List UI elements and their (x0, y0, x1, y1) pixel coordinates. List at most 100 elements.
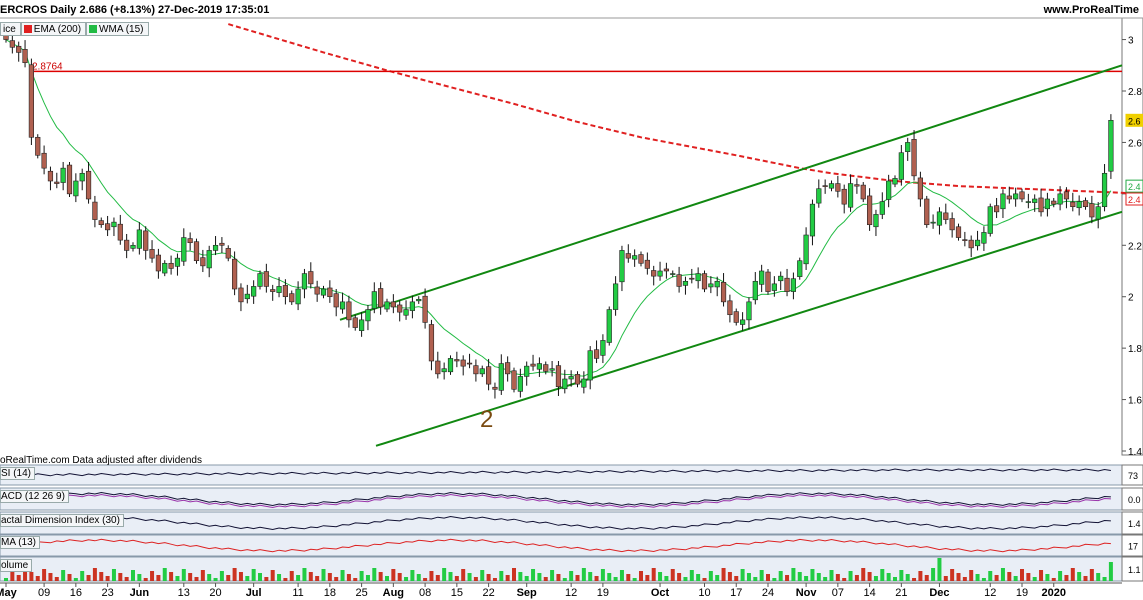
volume-bar (467, 573, 472, 581)
volume-bar (956, 573, 961, 581)
volume-bar (308, 572, 313, 581)
volume-panel-label[interactable]: olume (0, 559, 33, 572)
candle-down (219, 242, 225, 246)
candle-down (333, 293, 339, 308)
legend-price[interactable]: ice (0, 22, 21, 36)
volume-bar (1077, 572, 1082, 581)
candle-up (816, 188, 822, 204)
volume-bar (245, 576, 250, 581)
ma-panel-label[interactable]: MA (13) (0, 536, 41, 549)
candle-down (911, 139, 917, 177)
candle-down (663, 268, 669, 272)
rsi-panel-label[interactable]: SI (14) (0, 467, 36, 480)
y-tick-label: 2 (1128, 293, 1134, 304)
candle-up (79, 172, 85, 182)
candle-down (168, 262, 174, 269)
volume-bar (499, 571, 504, 581)
candle-up (803, 234, 809, 265)
candle-up (130, 244, 136, 249)
candle-down (232, 258, 238, 290)
candle-down (454, 359, 460, 362)
volume-bar (505, 575, 510, 581)
x-tick-label: 21 (895, 587, 907, 599)
candle-down (66, 164, 73, 195)
volume-bar (105, 576, 110, 581)
candle-down (733, 311, 739, 323)
candle-up (619, 250, 625, 283)
candle-up (181, 237, 187, 262)
volume-bar (550, 570, 555, 581)
candle-down (866, 195, 873, 226)
candle-down (466, 362, 473, 365)
volume-bar (150, 571, 155, 581)
price-marker-label: 2.4 (1128, 182, 1141, 192)
candle-down (270, 289, 276, 292)
candle-up (873, 214, 879, 228)
volume-bar (937, 558, 942, 581)
candle-up (206, 250, 212, 269)
volume-bar (531, 569, 536, 581)
fdi-panel-label[interactable]: actal Dimension Index (30) (0, 514, 124, 527)
volume-bar (1020, 569, 1024, 581)
x-tick-label: 14 (863, 587, 875, 599)
volume-bar (385, 576, 389, 581)
legend-ema[interactable]: EMA (200) (20, 22, 87, 36)
volume-bar (575, 575, 580, 581)
legend-wma[interactable]: WMA (15) (86, 22, 149, 36)
candle-down (505, 362, 511, 375)
x-tick-label: 22 (482, 587, 494, 599)
x-tick-label: 15 (451, 587, 463, 599)
candle-down (124, 239, 130, 251)
volume-bar (442, 568, 447, 581)
candle-up (581, 378, 587, 388)
volume-bar (1000, 568, 1005, 581)
candle-up (778, 275, 784, 282)
ma-panel (0, 534, 1123, 557)
volume-bar (80, 571, 85, 581)
volume-bar (365, 575, 370, 581)
volume-bar (391, 569, 396, 581)
candle-up (1108, 120, 1114, 172)
macd-panel-label[interactable]: ACD (12 26 9) (0, 490, 69, 503)
legend-ema-swatch (23, 25, 32, 33)
volume-bar (969, 570, 974, 581)
candle-down (225, 248, 231, 259)
volume-bar (562, 578, 567, 581)
candle-down (1038, 197, 1044, 213)
volume-bar (372, 568, 377, 581)
candle-up (632, 255, 638, 260)
y-tick-label: 3 (1128, 36, 1134, 47)
candle-down (105, 223, 111, 231)
volume-bar (353, 578, 358, 581)
candle-up (886, 180, 892, 200)
volume-bar (397, 573, 402, 581)
volume-bar (340, 570, 345, 581)
candle-down (949, 218, 955, 231)
volume-bar (1007, 572, 1012, 581)
volume-bar (613, 577, 618, 581)
candle-down (28, 64, 35, 138)
volume-bar (315, 576, 320, 581)
candle-down (962, 239, 968, 241)
volume-bar (1064, 575, 1069, 581)
candle-up (746, 301, 752, 321)
volume-bar (696, 574, 701, 581)
volume-bar (416, 574, 421, 581)
candle-down (955, 226, 962, 238)
volume-bar (137, 574, 142, 581)
volume-bar (873, 576, 878, 581)
candle-up (358, 319, 365, 331)
volume-bar (1051, 578, 1056, 581)
volume-bar (835, 574, 840, 581)
candle-up (847, 183, 854, 208)
candle-up (708, 283, 714, 288)
volume-bar (537, 573, 542, 581)
candle-down (993, 205, 1000, 213)
candle-down (701, 273, 708, 290)
candle-down (492, 386, 498, 390)
x-tick-label: 19 (1016, 587, 1028, 599)
candle-down (187, 238, 193, 244)
candle-up (517, 376, 523, 392)
volume-bar (950, 569, 955, 581)
candle-down (625, 253, 631, 259)
